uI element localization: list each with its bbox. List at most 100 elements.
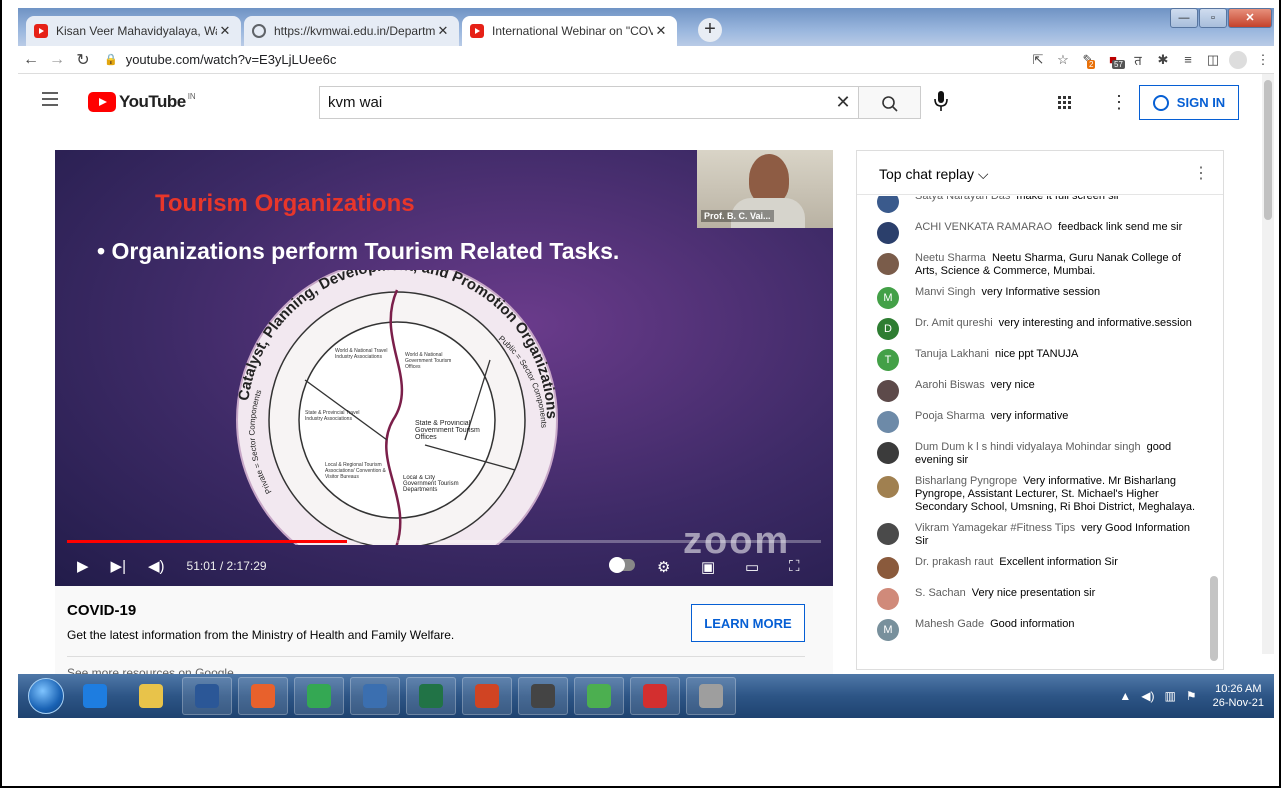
chat-author[interactable]: Aarohi Biswas: [915, 379, 985, 391]
chat-message[interactable]: ACHI VENKATA RAMARAO feedback link send m…: [857, 217, 1207, 248]
browser-menu-icon[interactable]: ⋮: [1252, 52, 1274, 68]
chat-avatar[interactable]: M: [877, 619, 899, 641]
chat-message[interactable]: Aarohi Biswas very nice: [857, 375, 1207, 406]
extension-badge-icon[interactable]: ✎2: [1077, 52, 1099, 69]
page-scrollbar-thumb[interactable]: [1264, 80, 1272, 220]
volume-tray-icon[interactable]: ◀): [1141, 689, 1154, 703]
chat-author[interactable]: Vikram Yamagekar #Fitness Tips: [915, 522, 1075, 534]
chat-message[interactable]: Neetu Sharma Neetu Sharma, Guru Nanak Col…: [857, 248, 1207, 282]
extension-counter-icon[interactable]: ■57: [1102, 52, 1125, 69]
install-app-icon[interactable]: ⇱: [1027, 52, 1049, 68]
new-tab-button[interactable]: +: [698, 18, 722, 42]
flag-tray-icon[interactable]: ⚑: [1186, 689, 1197, 703]
chat-author[interactable]: Pooja Sharma: [915, 410, 985, 422]
chat-avatar[interactable]: [877, 442, 899, 464]
miniplayer-icon[interactable]: ▣: [701, 558, 715, 576]
taskbar-app-button[interactable]: [406, 677, 456, 715]
chat-author[interactable]: Dr. Amit qureshi: [915, 317, 993, 329]
back-arrow-icon[interactable]: ←: [18, 51, 44, 69]
youtube-logo[interactable]: YouTube IN: [88, 92, 196, 112]
play-icon[interactable]: ▶: [77, 557, 89, 575]
maximize-button[interactable]: ▫: [1199, 8, 1227, 28]
chat-author[interactable]: Dr. prakash raut: [915, 556, 993, 568]
start-orb-icon[interactable]: [28, 678, 64, 714]
chat-avatar[interactable]: [877, 196, 899, 213]
puzzle-extensions-icon[interactable]: ✱: [1152, 52, 1174, 68]
page-scrollbar[interactable]: [1262, 74, 1274, 654]
chat-author[interactable]: ACHI VENKATA RAMARAO: [915, 221, 1052, 233]
chat-more-icon[interactable]: ⋮: [1193, 163, 1209, 183]
tab-close-icon[interactable]: ✕: [435, 23, 451, 39]
chat-avatar[interactable]: [877, 523, 899, 545]
chat-avatar[interactable]: [877, 380, 899, 402]
taskbar-app-button[interactable]: [238, 677, 288, 715]
taskbar-app-button[interactable]: [70, 677, 120, 715]
side-panel-icon[interactable]: ◫: [1202, 52, 1224, 68]
chat-scrollbar[interactable]: [1209, 196, 1219, 666]
chat-message[interactable]: Dr. prakash raut Excellent information Si…: [857, 552, 1207, 583]
chat-message[interactable]: Vikram Yamagekar #Fitness Tips very Good …: [857, 518, 1207, 552]
forward-arrow-icon[interactable]: →: [44, 51, 70, 69]
chat-message[interactable]: D Dr. Amit qureshi very interesting and in…: [857, 313, 1207, 344]
tab-kisan-veer[interactable]: Kisan Veer Mahavidyalaya, Wai ✕: [26, 16, 241, 46]
chat-avatar[interactable]: D: [877, 318, 899, 340]
taskbar-app-button[interactable]: [182, 677, 232, 715]
taskbar-app-button[interactable]: [294, 677, 344, 715]
address-bar[interactable]: 🔒 youtube.com/watch?v=E3yLjLUee6c: [104, 52, 1024, 67]
chat-avatar[interactable]: T: [877, 349, 899, 371]
chat-avatar[interactable]: [877, 411, 899, 433]
chat-author[interactable]: Dum Dum k l s hindi vidyalaya Mohindar s…: [915, 441, 1141, 453]
network-tray-icon[interactable]: ▥: [1165, 689, 1176, 703]
chat-message[interactable]: Pooja Sharma very informative: [857, 406, 1207, 437]
chat-message[interactable]: M Manvi Singh very Informative session: [857, 282, 1207, 313]
chat-avatar[interactable]: M: [877, 287, 899, 309]
taskbar-app-button[interactable]: [630, 677, 680, 715]
hamburger-menu-icon[interactable]: [42, 92, 58, 110]
minimize-button[interactable]: —: [1170, 8, 1198, 28]
chat-messages[interactable]: Satya Narayan Das make it full screen sir…: [857, 196, 1207, 666]
reading-list-icon[interactable]: ≡: [1177, 52, 1199, 67]
next-icon[interactable]: ▶|: [111, 557, 126, 575]
search-input[interactable]: [320, 94, 828, 111]
video-progress-bar[interactable]: [67, 540, 821, 543]
taskbar-app-button[interactable]: [686, 677, 736, 715]
theater-mode-icon[interactable]: ▭: [745, 558, 759, 576]
chat-author[interactable]: S. Sachan: [915, 587, 966, 599]
chat-scrollbar-thumb[interactable]: [1210, 576, 1218, 661]
profile-avatar-icon[interactable]: [1227, 50, 1249, 69]
clock[interactable]: 10:26 AM 26-Nov-21: [1213, 682, 1264, 710]
chat-avatar[interactable]: [877, 476, 899, 498]
chat-author[interactable]: Tanuja Lakhani: [915, 348, 989, 360]
chat-author[interactable]: Bisharlang Pyngrope: [915, 475, 1017, 487]
chat-message[interactable]: Bisharlang Pyngrope Very informative. Mr …: [857, 471, 1207, 518]
tab-kvmwai-department[interactable]: https://kvmwai.edu.in/Departme ✕: [244, 16, 459, 46]
hindi-extension-icon[interactable]: त: [1127, 51, 1149, 69]
settings-gear-icon[interactable]: ⚙: [657, 558, 670, 576]
reload-icon[interactable]: ↻: [70, 50, 96, 70]
learn-more-button[interactable]: LEARN MORE: [691, 604, 805, 642]
settings-more-icon[interactable]: ⋮: [1110, 92, 1128, 113]
chat-mode-dropdown[interactable]: Top chat replay ⌵: [879, 166, 988, 183]
volume-icon[interactable]: ◀): [148, 557, 165, 575]
chat-avatar[interactable]: [877, 588, 899, 610]
voice-search-button[interactable]: [928, 90, 954, 116]
chat-author[interactable]: Neetu Sharma: [915, 252, 986, 264]
chat-message[interactable]: T Tanuja Lakhani nice ppt TANUJA: [857, 344, 1207, 375]
tab-close-icon[interactable]: ✕: [217, 23, 233, 39]
youtube-apps-icon[interactable]: [1058, 96, 1072, 113]
taskbar-app-button[interactable]: [350, 677, 400, 715]
clear-search-icon[interactable]: ✕: [828, 92, 858, 113]
tray-expand-icon[interactable]: ▲: [1119, 689, 1131, 703]
autoplay-toggle-icon[interactable]: [609, 557, 635, 575]
video-player[interactable]: Tourism Organizations • Organizations pe…: [55, 150, 833, 586]
taskbar-app-button[interactable]: [462, 677, 512, 715]
bookmark-star-icon[interactable]: ☆: [1052, 52, 1074, 68]
tab-close-icon[interactable]: ✕: [653, 23, 669, 39]
chat-author[interactable]: Manvi Singh: [915, 286, 976, 298]
close-window-button[interactable]: ✕: [1228, 8, 1272, 28]
taskbar-app-button[interactable]: [518, 677, 568, 715]
chat-message[interactable]: M Mahesh Gade Good information: [857, 614, 1207, 645]
chat-message[interactable]: Dum Dum k l s hindi vidyalaya Mohindar s…: [857, 437, 1207, 471]
taskbar-app-button[interactable]: [574, 677, 624, 715]
search-button[interactable]: [859, 86, 921, 119]
